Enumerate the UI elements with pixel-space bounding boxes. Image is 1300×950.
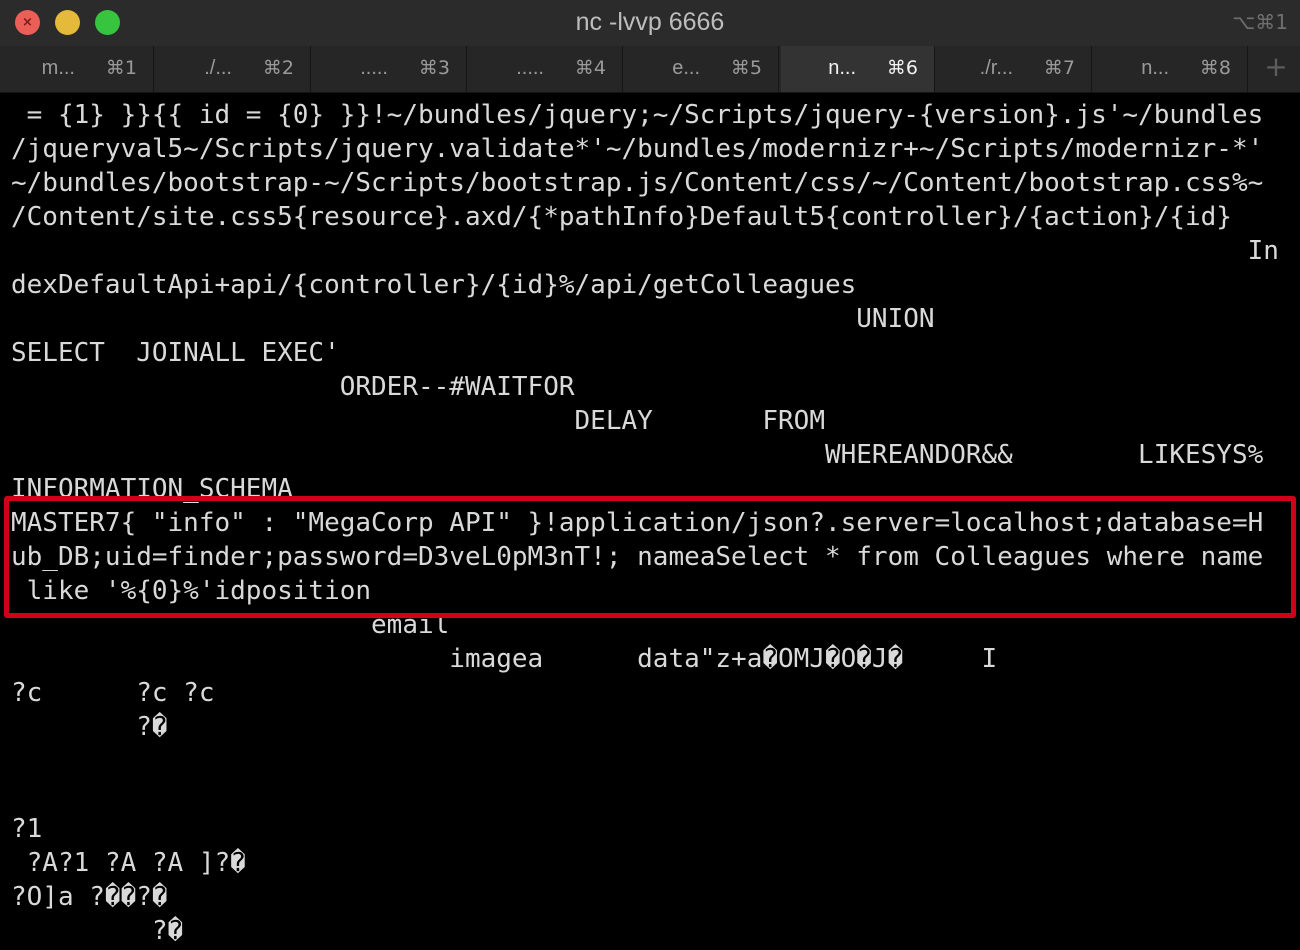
terminal-line: ?O]a ?��?�: [11, 882, 168, 912]
terminal-line: DELAY FROM: [11, 406, 825, 436]
terminal-line: /Content/site.css5{resource}.axd/{*pathI…: [11, 202, 1232, 232]
window-shortcut: ⌥⌘1: [1232, 10, 1288, 34]
window-title: nc -lvvp 6666: [575, 8, 725, 36]
tab-shortcut: ⌘2: [262, 57, 294, 79]
terminal-line: UNION: [11, 304, 935, 334]
terminal-line: ~/bundles/bootstrap-~/Scripts/bootstrap.…: [11, 168, 1264, 198]
terminal-line: SELECT JOINALL EXEC': [11, 338, 340, 368]
tab-shortcut: ⌘5: [730, 57, 762, 79]
tab-label: .....: [516, 57, 544, 79]
tab-shortcut: ⌘6: [886, 57, 918, 79]
new-tab-button[interactable]: +: [1252, 46, 1300, 92]
plus-icon: +: [1264, 50, 1288, 83]
tab-shortcut: ⌘1: [105, 57, 137, 79]
title-bar: × nc -lvvp 6666 ⌥⌘1: [0, 0, 1300, 47]
terminal-line: dexDefaultApi+api/{controller}/{id}%/api…: [11, 270, 857, 300]
terminal-line: /jqueryval5~/Scripts/jquery.validate*'~/…: [11, 134, 1264, 164]
terminal-line: ?�: [11, 712, 168, 742]
terminal-line: ?1: [11, 814, 43, 844]
tab-2[interactable]: ./... ⌘2: [157, 46, 311, 92]
tab-7[interactable]: ./r... ⌘7: [938, 46, 1092, 92]
tab-label: e...: [672, 57, 700, 79]
tab-label: n...: [1141, 57, 1169, 79]
tab-6[interactable]: n... ⌘6: [781, 46, 935, 92]
tab-4[interactable]: ..... ⌘4: [469, 46, 623, 92]
terminal-line: ORDER--#WAITFOR: [11, 372, 575, 402]
tab-shortcut: ⌘4: [574, 57, 606, 79]
tab-label: ./...: [204, 57, 232, 79]
terminal-line: = {1} }}{{ id = {0} }}!~/bundles/jquery;…: [11, 100, 1264, 130]
terminal-line: In: [11, 236, 1279, 266]
tab-label: n...: [828, 57, 856, 79]
tab-bar: m... ⌘1 ./... ⌘2 ..... ⌘3 ..... ⌘4 e... …: [0, 46, 1300, 93]
terminal-line: ?�: [11, 916, 184, 946]
tab-label: .....: [360, 57, 388, 79]
terminal-window: × nc -lvvp 6666 ⌥⌘1 m... ⌘1 ./... ⌘2 ...…: [0, 0, 1300, 950]
tab-5[interactable]: e... ⌘5: [625, 46, 779, 92]
tab-1[interactable]: m... ⌘1: [0, 46, 154, 92]
tab-shortcut: ⌘3: [418, 57, 450, 79]
tab-3[interactable]: ..... ⌘3: [313, 46, 467, 92]
terminal-output[interactable]: = {1} }}{{ id = {0} }}!~/bundles/jquery;…: [0, 93, 1300, 950]
tab-label: ./r...: [979, 57, 1013, 79]
terminal-line: ?A?1 ?A ?A ]?�: [11, 848, 246, 878]
highlight-box: [4, 496, 1296, 618]
tab-8[interactable]: n... ⌘8: [1094, 46, 1248, 92]
terminal-line: WHEREANDOR&& LIKESYS%: [11, 440, 1264, 470]
terminal-line: ?c ?c ?c: [11, 678, 215, 708]
tab-shortcut: ⌘8: [1199, 57, 1231, 79]
terminal-line: imagea data"z+a�OMJ�O�J� I: [11, 644, 998, 674]
tab-label: m...: [41, 57, 75, 79]
tab-shortcut: ⌘7: [1043, 57, 1075, 79]
